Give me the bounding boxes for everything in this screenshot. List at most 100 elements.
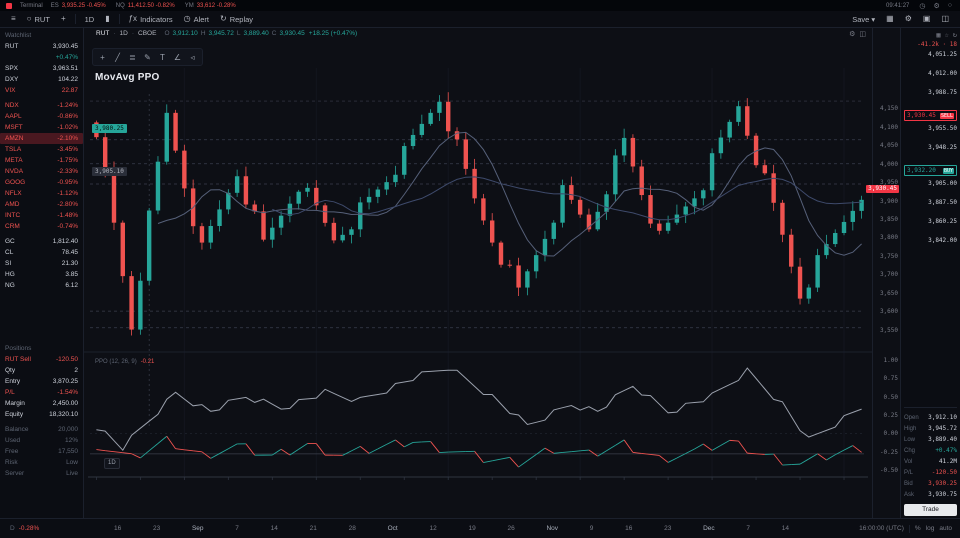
watchlist-row[interactable]: P/L-1.54% — [0, 387, 83, 398]
watchlist-row[interactable]: TSLA-3.45% — [0, 144, 83, 155]
buy-tag: BUY — [943, 168, 954, 174]
indicators-button[interactable]: ƒxIndicators — [124, 13, 178, 26]
candlestick-chart[interactable] — [84, 28, 872, 518]
pane-settings-icon[interactable]: ⚙ — [849, 30, 855, 38]
watchlist-row[interactable]: Watchlist — [0, 30, 83, 41]
replay-button[interactable]: ↻Replay — [215, 13, 258, 26]
axis-toggle-log[interactable]: log — [926, 525, 935, 532]
watchlist-row[interactable]: AMD-2.80% — [0, 199, 83, 210]
buy-order-box[interactable]: 3,932.20BUY — [904, 165, 957, 176]
price-row[interactable]: 3,905.00 — [904, 180, 957, 199]
collapse-icon[interactable]: ◃ — [186, 51, 199, 63]
clock-icon[interactable]: ◷ — [917, 2, 927, 10]
watchlist-row[interactable]: DXY104.22 — [0, 74, 83, 85]
crosshair-icon[interactable]: + — [96, 51, 109, 63]
refresh-icon[interactable]: ↻ — [953, 31, 957, 39]
watchlist-row[interactable]: Entry3,870.25 — [0, 376, 83, 387]
fib-icon[interactable]: ≣ — [126, 51, 139, 63]
watchlist-row[interactable]: NVDA-2.33% — [0, 166, 83, 177]
watchlist-value: -1.75% — [57, 157, 78, 164]
watchlist-row[interactable]: RiskLow — [0, 457, 83, 468]
grid-icon[interactable]: ▦ — [936, 31, 940, 39]
watchlist-row[interactable]: AMZN-2.10% — [0, 133, 83, 144]
axis-toggle-%[interactable]: % — [915, 525, 921, 532]
watchlist-row[interactable]: Used12% — [0, 435, 83, 446]
chart-area[interactable]: RUT · 1D · CBOE O3,912.10H3,945.72L3,889… — [84, 28, 900, 518]
watchlist-row[interactable]: +0.47% — [0, 52, 83, 63]
watchlist-value: -1.54% — [57, 389, 78, 396]
axis-toggle-auto[interactable]: auto — [939, 525, 952, 532]
price-row[interactable]: 3,948.25 — [904, 144, 957, 163]
interval-chip[interactable]: 1D — [104, 458, 120, 469]
price-tag[interactable]: 3,980.25 — [92, 124, 127, 133]
watchlist-row[interactable]: Free17,550 — [0, 446, 83, 457]
symbol-interval[interactable]: 1D — [120, 30, 128, 37]
symbol-search-button[interactable]: ○RUT — [22, 13, 55, 26]
price-tag[interactable]: 3,905.10 — [92, 167, 127, 176]
brush-icon[interactable]: ✎ — [141, 51, 154, 63]
watchlist-row[interactable]: Qty2 — [0, 365, 83, 376]
text-icon[interactable]: T — [156, 51, 169, 63]
measure-icon[interactable]: ∠ — [171, 51, 184, 63]
user-icon[interactable]: ○ — [946, 2, 954, 10]
trade-button[interactable]: Trade — [904, 504, 957, 516]
settings-icon[interactable]: ⚙ — [900, 13, 917, 25]
watchlist-row[interactable]: NDX-1.24% — [0, 100, 83, 111]
star-icon[interactable]: ☆ — [945, 31, 949, 39]
layout-icon[interactable]: ▦ — [881, 13, 899, 25]
sell-order-box[interactable]: 3,930.45SELL — [904, 110, 957, 121]
price-row[interactable]: 3,842.00 — [904, 237, 957, 256]
trendline-icon[interactable]: ╱ — [111, 51, 124, 63]
price-row[interactable]: 3,955.50 — [904, 125, 957, 144]
watchlist-row[interactable]: Margin2,450.00 — [0, 398, 83, 409]
watchlist-row[interactable]: Positions — [0, 343, 83, 354]
watchlist-row[interactable]: INTC-1.48% — [0, 210, 83, 221]
watchlist-row[interactable]: CRM-0.74% — [0, 221, 83, 232]
pane-maximize-icon[interactable]: ◫ — [859, 30, 866, 38]
watchlist-row[interactable]: GC1,812.40 — [0, 236, 83, 247]
interval-button[interactable]: 1D — [80, 13, 100, 26]
alert-button[interactable]: ◷Alert — [179, 13, 214, 26]
watchlist-value: 17,550 — [58, 448, 78, 455]
watchlist-row[interactable]: META-1.75% — [0, 155, 83, 166]
watchlist-row[interactable]: Equity18,320.10 — [0, 409, 83, 420]
watchlist-row[interactable]: NFLX-1.12% — [0, 188, 83, 199]
watchlist-row[interactable]: RUT Sell-120.50 — [0, 354, 83, 365]
panel-toggle-icon[interactable]: ◫ — [936, 13, 954, 25]
watchlist-value: 3,930.45 — [53, 43, 78, 50]
add-symbol-button[interactable]: + — [56, 13, 71, 25]
watchlist-row[interactable]: NG6.12 — [0, 280, 83, 291]
snapshot-icon: ▣ — [923, 15, 931, 23]
save-button[interactable]: Save ▾ — [847, 13, 880, 26]
date-label: 12 — [430, 525, 437, 532]
watchlist-row[interactable]: HG3.85 — [0, 269, 83, 280]
price-row[interactable]: 4,012.00 — [904, 70, 957, 89]
top-quote[interactable]: ES3,935.25 -0.45% — [51, 3, 106, 9]
watchlist-row[interactable]: RUT3,930.45 — [0, 41, 83, 52]
gear-icon[interactable]: ⚙ — [931, 2, 941, 10]
top-quote[interactable]: YM33,612 -0.28% — [185, 3, 236, 9]
watchlist-row[interactable]: SI21.30 — [0, 258, 83, 269]
menu-icon[interactable]: ≡ — [6, 13, 21, 25]
time-axis[interactable]: 1623Sep7142128Oct121926Nov91623Dec714 — [114, 525, 789, 532]
price-row[interactable]: 3,887.50 — [904, 199, 957, 218]
price-row[interactable]: 3,988.75 — [904, 89, 957, 108]
top-quote[interactable]: NQ11,412.50 -0.82% — [116, 3, 175, 9]
osc-label: 0.75 — [884, 375, 898, 382]
watchlist-row[interactable]: VIX22.87 — [0, 85, 83, 96]
watchlist-row[interactable]: Balance20,000 — [0, 424, 83, 435]
watchlist-row[interactable]: AAPL-0.86% — [0, 111, 83, 122]
chart-type-button[interactable]: ▮ — [100, 13, 114, 25]
snapshot-icon[interactable]: ▣ — [918, 13, 936, 25]
symbol-name[interactable]: RUT — [96, 30, 109, 37]
price-row[interactable]: 4,051.25 — [904, 51, 957, 70]
clock: 09:41:27 — [886, 3, 909, 9]
watchlist-row[interactable]: GOOG-0.95% — [0, 177, 83, 188]
price-row[interactable]: 3,860.25 — [904, 218, 957, 237]
price-axis[interactable]: 4,1504,1004,0504,0003,9503,9003,8503,800… — [872, 28, 900, 518]
watchlist-row[interactable]: ServerLive — [0, 468, 83, 479]
watchlist-row[interactable]: MSFT-1.02% — [0, 122, 83, 133]
watchlist-row[interactable]: SPX3,963.51 — [0, 63, 83, 74]
watchlist-row[interactable]: CL78.45 — [0, 247, 83, 258]
symbol-row[interactable]: RUT · 1D · CBOE O3,912.10H3,945.72L3,889… — [96, 30, 357, 37]
